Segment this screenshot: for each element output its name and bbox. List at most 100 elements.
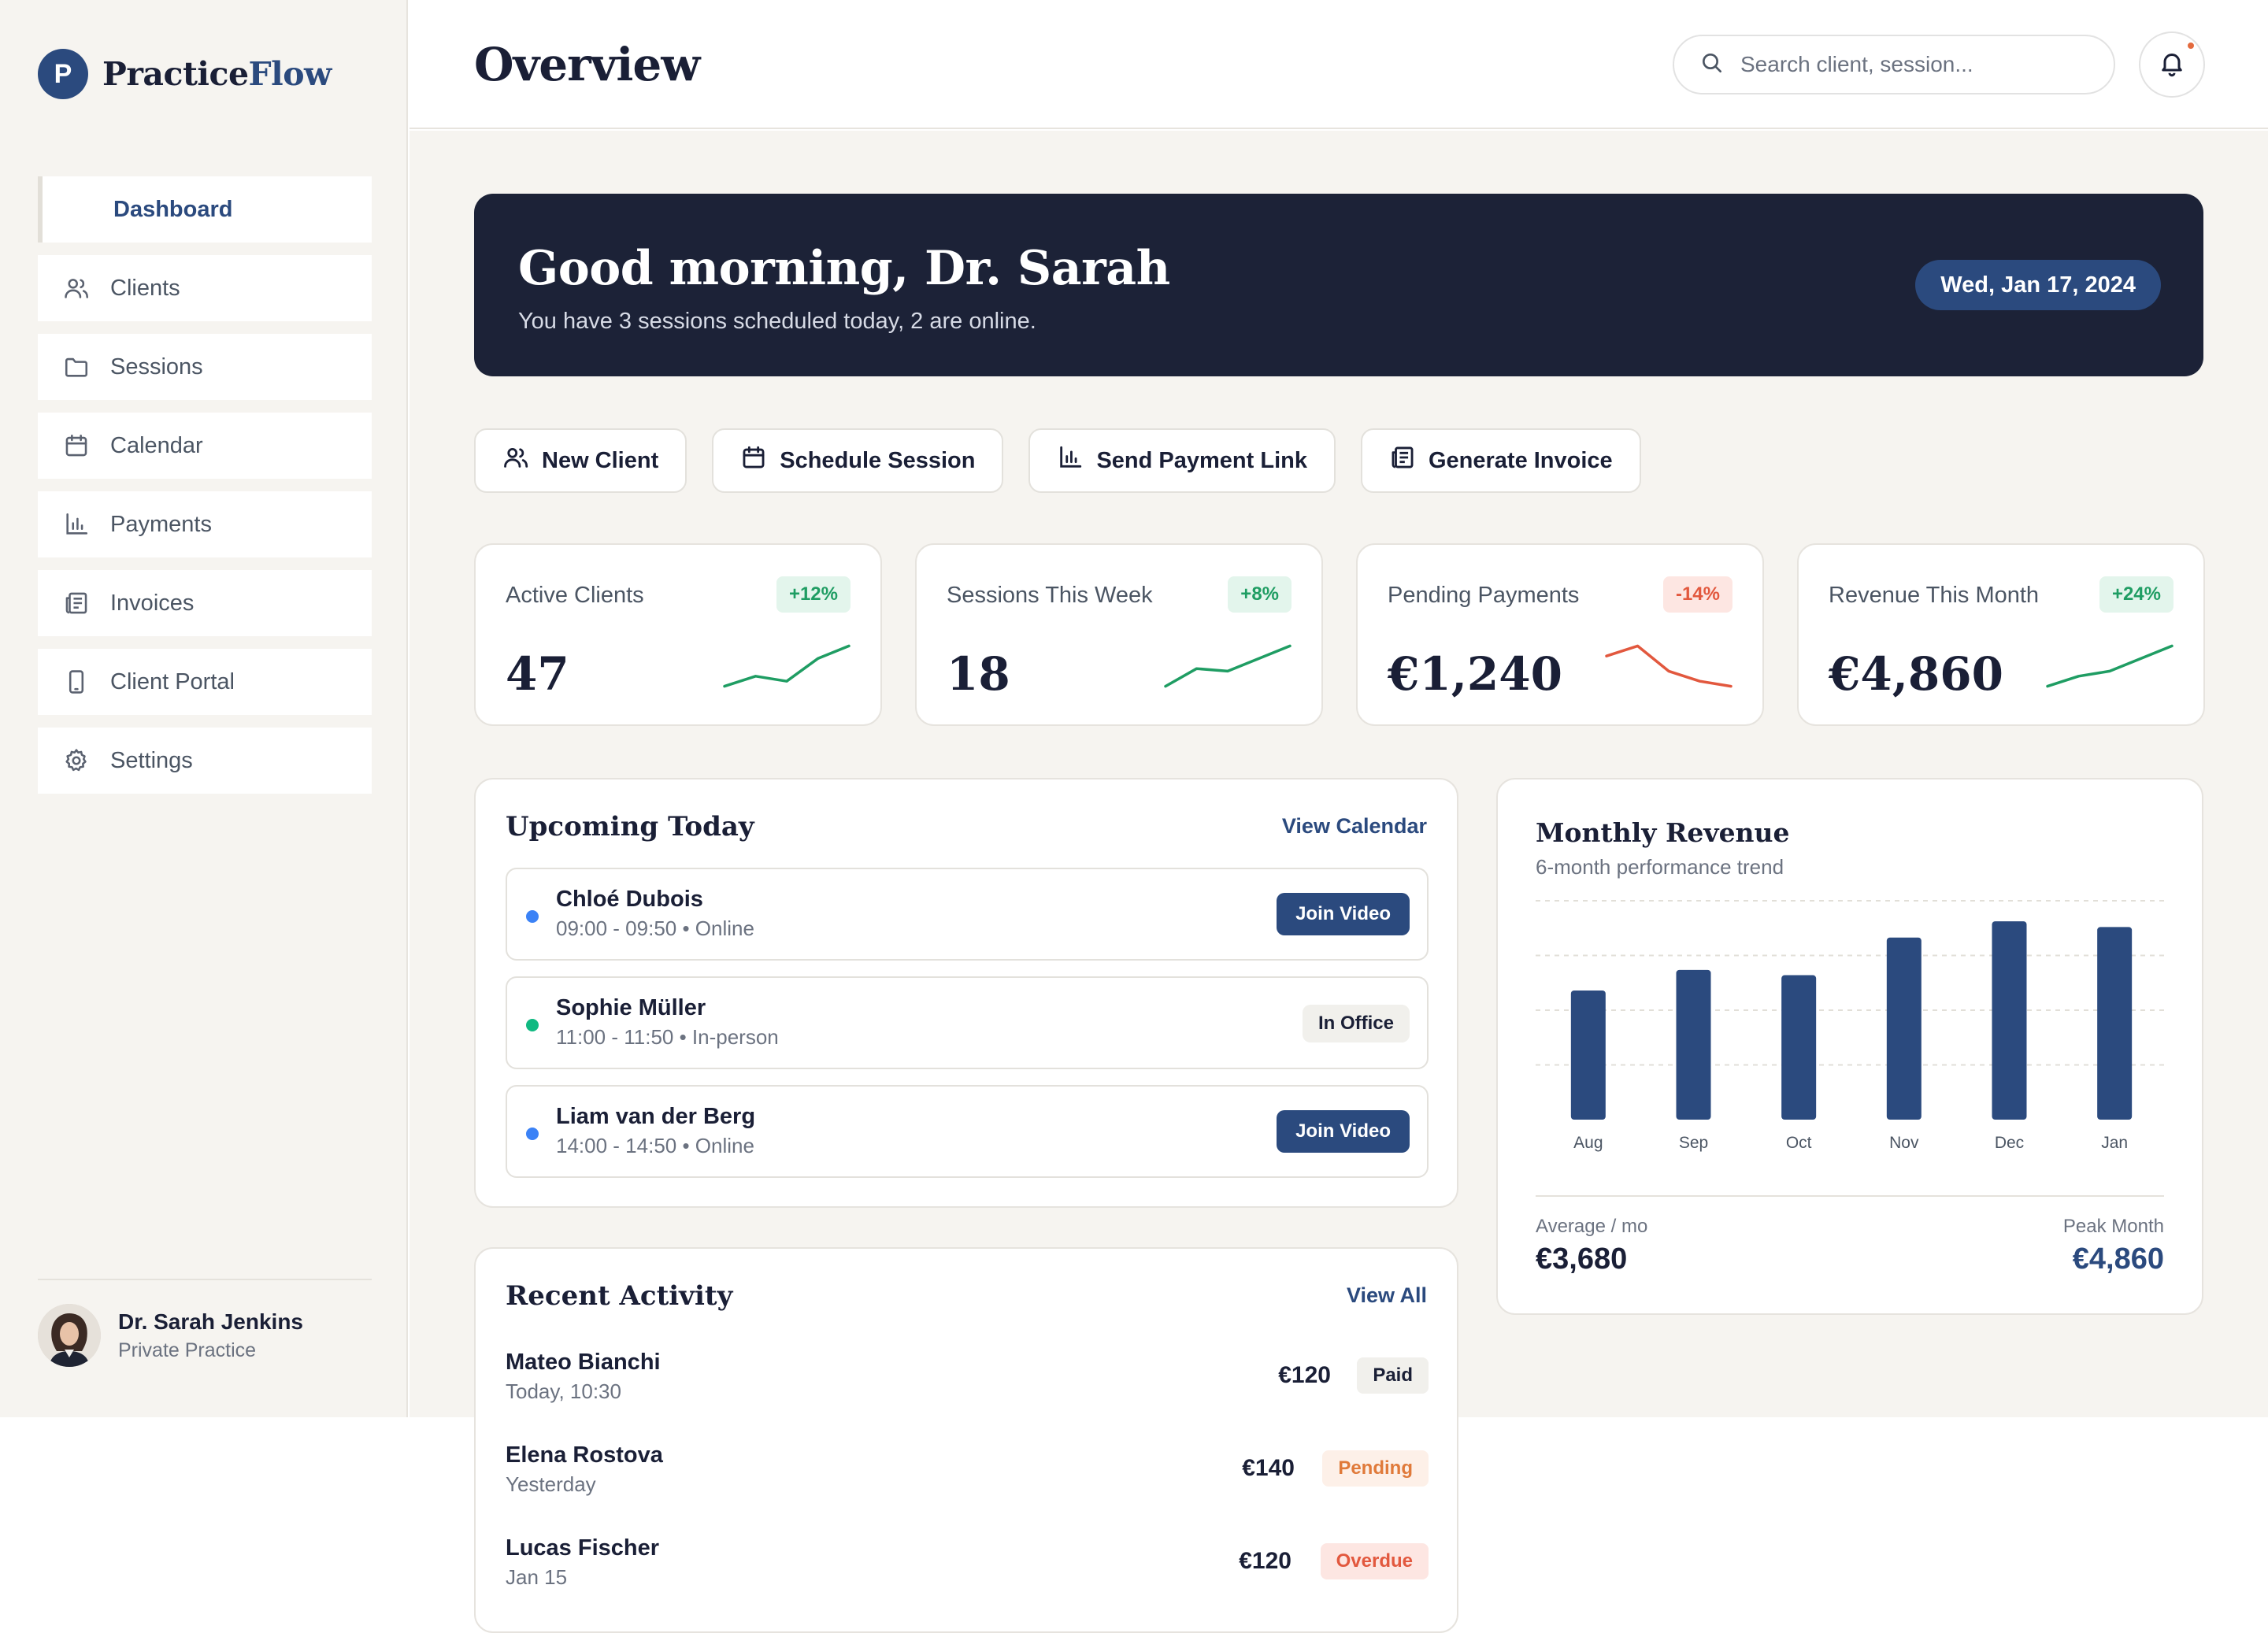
bar-chart-icon <box>1057 444 1096 477</box>
bar-jan[interactable] <box>2097 927 2133 1120</box>
activity-row[interactable]: Lucas Fischer Jan 15 €120 Overdue <box>506 1535 1429 1606</box>
view-calendar-link[interactable]: View Calendar <box>1282 814 1427 839</box>
stat-value: 47 <box>506 647 569 701</box>
action-label: Schedule Session <box>780 447 976 473</box>
brand-name-part1: Practice <box>102 55 249 93</box>
users-icon <box>61 273 91 303</box>
action-label: Send Payment Link <box>1096 447 1307 473</box>
join-video-button[interactable]: Join Video <box>1277 1110 1410 1153</box>
stat-card-pending-payments[interactable]: Pending Payments -14% €1,240 <box>1356 543 1764 726</box>
peak-value: €4,860 <box>2072 1242 2164 1276</box>
sidebar-item-payments[interactable]: Payments <box>38 491 372 557</box>
new-client-button[interactable]: New Client <box>474 428 687 493</box>
greeting-title: Good morning, Dr. Sarah <box>518 241 1170 296</box>
stat-card-revenue-month[interactable]: Revenue This Month +24% €4,860 <box>1797 543 2205 726</box>
brand-name: PracticeFlow <box>102 55 332 93</box>
send-payment-link-button[interactable]: Send Payment Link <box>1028 428 1336 493</box>
sidebar: P PracticeFlow Dashboard Clients Session… <box>0 0 408 1417</box>
sidebar-item-settings[interactable]: Settings <box>38 728 372 794</box>
schedule-session-button[interactable]: Schedule Session <box>712 428 1004 493</box>
join-video-button[interactable]: Join Video <box>1277 893 1410 935</box>
top-header: Overview <box>410 0 2268 129</box>
stat-value: €4,860 <box>1829 647 2003 701</box>
x-tick-label: Nov <box>1889 1134 1919 1152</box>
activity-amount: €120 <box>1278 1362 1331 1388</box>
monthly-revenue-panel: Monthly Revenue 6-month performance tren… <box>1496 778 2203 1315</box>
user-profile[interactable]: Dr. Sarah Jenkins Private Practice <box>38 1279 372 1367</box>
session-client-name: Sophie Müller <box>556 995 706 1020</box>
sidebar-item-label: Payments <box>110 511 212 537</box>
newspaper-icon <box>1389 444 1429 477</box>
action-label: Generate Invoice <box>1428 447 1613 473</box>
activity-row[interactable]: Elena Rostova Yesterday €140 Pending <box>506 1442 1429 1513</box>
sparkline <box>723 644 850 688</box>
panel-title: Recent Activity <box>506 1280 733 1312</box>
x-tick-label: Dec <box>1995 1134 2024 1152</box>
sparkline <box>2046 644 2174 688</box>
view-all-link[interactable]: View All <box>1347 1283 1427 1308</box>
greeting-subtitle: You have 3 sessions scheduled today, 2 a… <box>518 309 1036 334</box>
stat-change-badge: -14% <box>1662 576 1732 613</box>
profile-subtitle: Private Practice <box>118 1339 257 1361</box>
session-time: 11:00 - 11:50 • In-person <box>556 1025 779 1049</box>
sidebar-item-label: Calendar <box>110 432 203 458</box>
status-dot <box>526 1019 539 1031</box>
page-title: Overview <box>474 38 700 91</box>
sidebar-item-invoices[interactable]: Invoices <box>38 570 372 636</box>
bar-nov[interactable] <box>1886 937 1922 1120</box>
search-input[interactable] <box>1740 52 2087 77</box>
bar-oct[interactable] <box>1781 975 1817 1120</box>
stat-label: Active Clients <box>506 583 644 608</box>
peak-label: Peak Month <box>2062 1216 2164 1237</box>
session-item[interactable]: Sophie Müller 11:00 - 11:50 • In-person … <box>506 976 1429 1069</box>
session-item[interactable]: Liam van der Berg 14:00 - 14:50 • Online… <box>506 1085 1429 1178</box>
stat-value: €1,240 <box>1388 647 1562 701</box>
status-badge: Pending <box>1322 1450 1429 1487</box>
quick-actions: New Client Schedule Session Send Payment… <box>474 428 1666 493</box>
stat-change-badge: +12% <box>776 576 850 613</box>
phone-icon <box>61 667 91 697</box>
sidebar-item-label: Settings <box>110 747 193 773</box>
session-client-name: Liam van der Berg <box>556 1104 756 1129</box>
bar-sep[interactable] <box>1676 969 1711 1120</box>
activity-amount: €140 <box>1242 1455 1295 1481</box>
activity-time: Today, 10:30 <box>506 1379 621 1403</box>
avatar <box>38 1304 101 1367</box>
stat-change-badge: +8% <box>1228 576 1292 613</box>
session-time: 09:00 - 09:50 • Online <box>556 916 754 940</box>
activity-time: Yesterday <box>506 1472 596 1496</box>
bar-dec[interactable] <box>1992 921 2027 1120</box>
sidebar-item-clients[interactable]: Clients <box>38 255 372 321</box>
activity-client-name: Lucas Fischer <box>506 1535 660 1561</box>
notification-dot <box>2186 41 2196 50</box>
sidebar-item-label: Dashboard <box>113 196 233 222</box>
search-box[interactable] <box>1673 35 2115 94</box>
brand-logo: P <box>38 49 88 99</box>
session-client-name: Chloé Dubois <box>556 887 703 912</box>
date-badge: Wed, Jan 17, 2024 <box>1915 260 2161 310</box>
brand[interactable]: P PracticeFlow <box>38 49 332 99</box>
sidebar-item-sessions[interactable]: Sessions <box>38 334 372 400</box>
generate-invoice-button[interactable]: Generate Invoice <box>1360 428 1641 493</box>
sidebar-item-client-portal[interactable]: Client Portal <box>38 649 372 715</box>
session-item[interactable]: Chloé Dubois 09:00 - 09:50 • Online Join… <box>506 868 1429 961</box>
users-icon <box>502 444 542 477</box>
chart-title: Monthly Revenue <box>1536 817 1790 848</box>
status-badge: Paid <box>1357 1357 1429 1394</box>
status-dot <box>526 1128 539 1140</box>
average-value: €3,680 <box>1536 1242 1628 1276</box>
bar-chart-icon <box>61 509 91 539</box>
bar-aug[interactable] <box>1570 990 1606 1120</box>
activity-row[interactable]: Mateo Bianchi Today, 10:30 €120 Paid <box>506 1350 1429 1420</box>
stat-card-active-clients[interactable]: Active Clients +12% 47 <box>474 543 882 726</box>
calendar-icon <box>61 431 91 461</box>
stat-card-sessions-week[interactable]: Sessions This Week +8% 18 <box>915 543 1323 726</box>
sidebar-item-dashboard[interactable]: Dashboard <box>38 176 372 243</box>
notifications-button[interactable] <box>2139 31 2205 98</box>
status-dot <box>526 910 539 923</box>
recent-activity-panel: Recent Activity View All Mateo Bianchi T… <box>474 1247 1458 1633</box>
bell-icon <box>2158 49 2186 81</box>
stat-label: Sessions This Week <box>947 583 1153 608</box>
sidebar-item-calendar[interactable]: Calendar <box>38 413 372 479</box>
stat-label: Revenue This Month <box>1829 583 2040 608</box>
